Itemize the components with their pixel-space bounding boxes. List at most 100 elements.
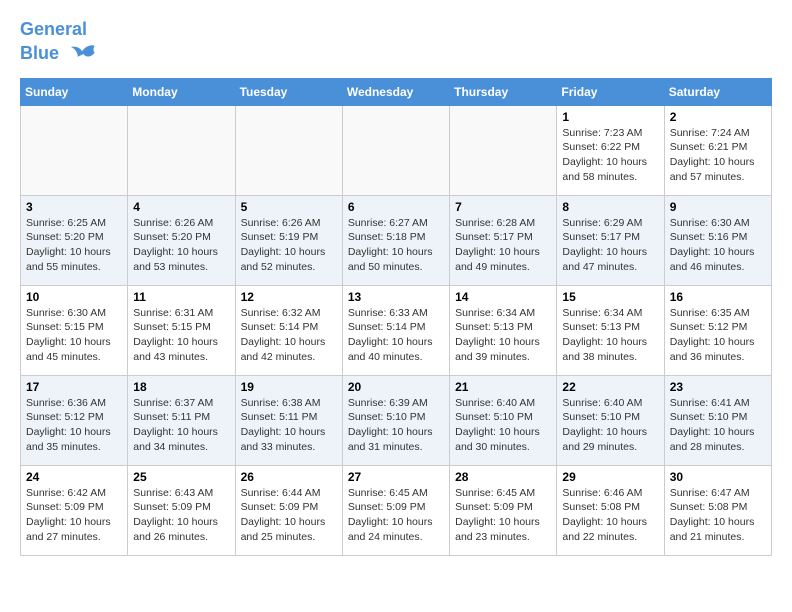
day-number: 10	[26, 290, 122, 304]
day-info: Sunrise: 6:32 AM Sunset: 5:14 PM Dayligh…	[241, 306, 337, 365]
day-number: 28	[455, 470, 551, 484]
calendar-day-8: 8 Sunrise: 6:29 AM Sunset: 5:17 PM Daylig…	[557, 195, 664, 285]
logo-blue: Blue	[20, 43, 59, 63]
calendar-day-20: 20Sunrise: 6:39 AM Sunset: 5:10 PM Dayli…	[342, 375, 449, 465]
day-info: Sunrise: 6:30 AM Sunset: 5:15 PM Dayligh…	[26, 306, 122, 365]
day-info: Sunrise: 6:31 AM Sunset: 5:15 PM Dayligh…	[133, 306, 229, 365]
day-info: Sunrise: 6:44 AM Sunset: 5:09 PM Dayligh…	[241, 486, 337, 545]
day-info: Sunrise: 6:33 AM Sunset: 5:14 PM Dayligh…	[348, 306, 444, 365]
day-info: Sunrise: 6:30 AM Sunset: 5:16 PM Dayligh…	[670, 216, 766, 275]
day-info: Sunrise: 6:26 AM Sunset: 5:19 PM Dayligh…	[241, 216, 337, 275]
calendar-day-29: 29 Sunrise: 6:46 AM Sunset: 5:08 PM Dayli…	[557, 465, 664, 555]
calendar-day-27: 27 Sunrise: 6:45 AM Sunset: 5:09 PM Dayli…	[342, 465, 449, 555]
day-info: Sunrise: 6:47 AM Sunset: 5:08 PM Dayligh…	[670, 486, 766, 545]
day-info: Sunrise: 6:38 AM Sunset: 5:11 PM Dayligh…	[241, 396, 337, 455]
day-number: 11	[133, 290, 229, 304]
day-info: Sunrise: 6:37 AM Sunset: 5:11 PM Dayligh…	[133, 396, 229, 455]
day-info: Sunrise: 6:27 AM Sunset: 5:18 PM Dayligh…	[348, 216, 444, 275]
weekday-header-row: SundayMondayTuesdayWednesdayThursdayFrid…	[21, 78, 772, 105]
calendar-day-26: 26 Sunrise: 6:44 AM Sunset: 5:09 PM Dayli…	[235, 465, 342, 555]
day-info: Sunrise: 6:34 AM Sunset: 5:13 PM Dayligh…	[562, 306, 658, 365]
day-info: Sunrise: 6:41 AM Sunset: 5:10 PM Dayligh…	[670, 396, 766, 455]
calendar-day-16: 16 Sunrise: 6:35 AM Sunset: 5:12 PM Dayli…	[664, 285, 771, 375]
day-number: 14	[455, 290, 551, 304]
weekday-header-monday: Monday	[128, 78, 235, 105]
empty-cell	[235, 105, 342, 195]
empty-cell	[342, 105, 449, 195]
day-info: Sunrise: 6:34 AM Sunset: 5:13 PM Dayligh…	[455, 306, 551, 365]
day-info: Sunrise: 6:45 AM Sunset: 5:09 PM Dayligh…	[348, 486, 444, 545]
day-number: 19	[241, 380, 337, 394]
day-info: Sunrise: 7:23 AM Sunset: 6:22 PM Dayligh…	[562, 126, 658, 185]
calendar-week-3: 10 Sunrise: 6:30 AM Sunset: 5:15 PM Dayli…	[21, 285, 772, 375]
day-number: 9	[670, 200, 766, 214]
empty-cell	[128, 105, 235, 195]
calendar-day-12: 12 Sunrise: 6:32 AM Sunset: 5:14 PM Dayli…	[235, 285, 342, 375]
day-info: Sunrise: 6:40 AM Sunset: 5:10 PM Dayligh…	[562, 396, 658, 455]
calendar-day-7: 7 Sunrise: 6:28 AM Sunset: 5:17 PM Daylig…	[450, 195, 557, 285]
calendar-week-2: 3Sunrise: 6:25 AM Sunset: 5:20 PM Daylig…	[21, 195, 772, 285]
day-number: 16	[670, 290, 766, 304]
day-info: Sunrise: 6:45 AM Sunset: 5:09 PM Dayligh…	[455, 486, 551, 545]
calendar-day-22: 22 Sunrise: 6:40 AM Sunset: 5:10 PM Dayli…	[557, 375, 664, 465]
day-info: Sunrise: 6:40 AM Sunset: 5:10 PM Dayligh…	[455, 396, 551, 455]
day-number: 25	[133, 470, 229, 484]
weekday-header-tuesday: Tuesday	[235, 78, 342, 105]
day-number: 18	[133, 380, 229, 394]
day-number: 23	[670, 380, 766, 394]
calendar-week-1: 1 Sunrise: 7:23 AM Sunset: 6:22 PM Daylig…	[21, 105, 772, 195]
day-number: 21	[455, 380, 551, 394]
calendar-day-19: 19 Sunrise: 6:38 AM Sunset: 5:11 PM Dayli…	[235, 375, 342, 465]
calendar-day-6: 6Sunrise: 6:27 AM Sunset: 5:18 PM Daylig…	[342, 195, 449, 285]
calendar-week-4: 17 Sunrise: 6:36 AM Sunset: 5:12 PM Dayli…	[21, 375, 772, 465]
weekday-header-wednesday: Wednesday	[342, 78, 449, 105]
day-info: Sunrise: 6:46 AM Sunset: 5:08 PM Dayligh…	[562, 486, 658, 545]
day-info: Sunrise: 7:24 AM Sunset: 6:21 PM Dayligh…	[670, 126, 766, 185]
calendar-day-18: 18 Sunrise: 6:37 AM Sunset: 5:11 PM Dayli…	[128, 375, 235, 465]
day-number: 1	[562, 110, 658, 124]
weekday-header-saturday: Saturday	[664, 78, 771, 105]
calendar-day-4: 4 Sunrise: 6:26 AM Sunset: 5:20 PM Daylig…	[128, 195, 235, 285]
day-number: 30	[670, 470, 766, 484]
calendar-day-9: 9 Sunrise: 6:30 AM Sunset: 5:16 PM Daylig…	[664, 195, 771, 285]
day-info: Sunrise: 6:28 AM Sunset: 5:17 PM Dayligh…	[455, 216, 551, 275]
day-number: 4	[133, 200, 229, 214]
day-number: 29	[562, 470, 658, 484]
logo-general: General	[20, 19, 87, 39]
page-header: General Blue	[20, 20, 772, 68]
day-number: 2	[670, 110, 766, 124]
calendar-day-14: 14 Sunrise: 6:34 AM Sunset: 5:13 PM Dayli…	[450, 285, 557, 375]
day-number: 17	[26, 380, 122, 394]
calendar-day-30: 30 Sunrise: 6:47 AM Sunset: 5:08 PM Dayli…	[664, 465, 771, 555]
calendar-day-24: 24 Sunrise: 6:42 AM Sunset: 5:09 PM Dayli…	[21, 465, 128, 555]
empty-cell	[21, 105, 128, 195]
calendar-day-13: 13Sunrise: 6:33 AM Sunset: 5:14 PM Dayli…	[342, 285, 449, 375]
day-number: 24	[26, 470, 122, 484]
calendar-day-21: 21 Sunrise: 6:40 AM Sunset: 5:10 PM Dayli…	[450, 375, 557, 465]
day-number: 7	[455, 200, 551, 214]
calendar-day-28: 28 Sunrise: 6:45 AM Sunset: 5:09 PM Dayli…	[450, 465, 557, 555]
day-info: Sunrise: 6:35 AM Sunset: 5:12 PM Dayligh…	[670, 306, 766, 365]
day-number: 27	[348, 470, 444, 484]
day-info: Sunrise: 6:43 AM Sunset: 5:09 PM Dayligh…	[133, 486, 229, 545]
day-info: Sunrise: 6:42 AM Sunset: 5:09 PM Dayligh…	[26, 486, 122, 545]
day-info: Sunrise: 6:39 AM Sunset: 5:10 PM Dayligh…	[348, 396, 444, 455]
day-number: 15	[562, 290, 658, 304]
weekday-header-friday: Friday	[557, 78, 664, 105]
calendar-week-5: 24 Sunrise: 6:42 AM Sunset: 5:09 PM Dayli…	[21, 465, 772, 555]
logo: General Blue	[20, 20, 96, 68]
calendar-day-1: 1 Sunrise: 7:23 AM Sunset: 6:22 PM Daylig…	[557, 105, 664, 195]
day-number: 12	[241, 290, 337, 304]
day-info: Sunrise: 6:26 AM Sunset: 5:20 PM Dayligh…	[133, 216, 229, 275]
day-number: 8	[562, 200, 658, 214]
calendar-day-15: 15 Sunrise: 6:34 AM Sunset: 5:13 PM Dayli…	[557, 285, 664, 375]
calendar-table: SundayMondayTuesdayWednesdayThursdayFrid…	[20, 78, 772, 556]
day-number: 22	[562, 380, 658, 394]
calendar-day-17: 17 Sunrise: 6:36 AM Sunset: 5:12 PM Dayli…	[21, 375, 128, 465]
day-number: 26	[241, 470, 337, 484]
day-info: Sunrise: 6:29 AM Sunset: 5:17 PM Dayligh…	[562, 216, 658, 275]
calendar-day-2: 2 Sunrise: 7:24 AM Sunset: 6:21 PM Daylig…	[664, 105, 771, 195]
day-info: Sunrise: 6:36 AM Sunset: 5:12 PM Dayligh…	[26, 396, 122, 455]
empty-cell	[450, 105, 557, 195]
calendar-day-25: 25 Sunrise: 6:43 AM Sunset: 5:09 PM Dayli…	[128, 465, 235, 555]
